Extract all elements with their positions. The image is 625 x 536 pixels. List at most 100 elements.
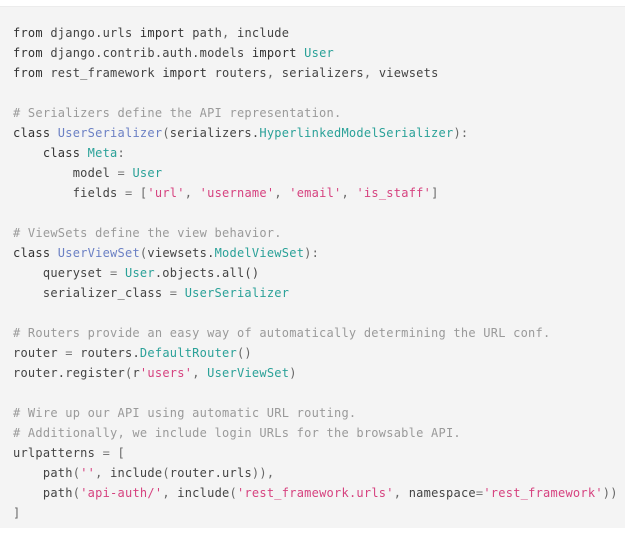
code-token-plain: router.urls	[169, 466, 252, 480]
code-token-punct: )	[289, 366, 297, 380]
code-line: ]	[13, 503, 625, 523]
code-line: class Meta:	[13, 143, 625, 163]
code-token-string: ''	[80, 466, 96, 480]
code-token-plain: serializers.	[169, 126, 260, 140]
code-token-punct: ,	[274, 186, 290, 200]
code-token-punct: ):	[453, 126, 469, 140]
code-token-plain: routers	[214, 66, 267, 80]
code-token-builtin: UserSerializer	[184, 286, 290, 300]
code-token-string: 'users'	[139, 366, 193, 380]
code-token-string: 'rest_framework'	[483, 486, 603, 500]
code-token-builtin: Meta	[87, 146, 118, 160]
code-token-plain: router	[13, 346, 58, 360]
code-line: ​	[13, 83, 625, 103]
code-token-builtin: UserViewSet	[207, 366, 290, 380]
code-token-punct: ,	[363, 66, 379, 80]
code-token-op: =	[110, 166, 133, 180]
code-token-kw: from	[13, 46, 43, 60]
code-token-plain: queryset	[42, 266, 103, 280]
code-token-plain: router.register	[13, 366, 125, 380]
code-line: from rest_framework import routers, seri…	[13, 63, 625, 83]
code-token-op: =	[117, 186, 140, 200]
code-token-plain: viewsets	[378, 66, 439, 80]
code-token-kw: from	[13, 26, 43, 40]
code-line: router.register(r'users', UserViewSet)	[13, 363, 625, 383]
code-token-punct: (	[162, 126, 170, 140]
code-token-punct: :	[117, 146, 125, 160]
code-token-builtin: DefaultRouter	[139, 346, 237, 360]
code-line: fields = ['url', 'username', 'email', 'i…	[13, 183, 625, 203]
code-token-string: 'is_staff'	[356, 186, 432, 200]
code-token-plain: .objects.all()	[154, 266, 260, 280]
code-token-comment: # Routers provide an easy way of automat…	[13, 326, 551, 340]
code-token-plain: r	[132, 366, 140, 380]
code-token-plain: namespace	[408, 486, 476, 500]
code-token-punct: ,	[162, 486, 178, 500]
code-token-comment: # ViewSets define the view behavior.	[13, 226, 282, 240]
code-token-plain: routers.	[80, 346, 140, 360]
code-token-plain: django.urls	[50, 26, 133, 40]
code-token-punct: ]	[431, 186, 439, 200]
code-token-op: =	[57, 346, 81, 360]
code-token-punct: ,	[341, 186, 357, 200]
code-token-plain: include	[177, 486, 230, 500]
code-token-string: 'username'	[199, 186, 275, 200]
code-token-punct: ,	[222, 26, 237, 40]
code-line: ​	[13, 303, 625, 323]
code-token-punct: ,	[393, 486, 409, 500]
code-line: path('api-auth/', include('rest_framewor…	[13, 483, 625, 503]
code-token-plain: path	[42, 486, 73, 500]
code-token-plain: serializers	[281, 66, 364, 80]
code-token-builtin: HyperlinkedModelSerializer	[259, 126, 454, 140]
code-line: queryset = User.objects.all()	[13, 263, 625, 283]
code-line: router = routers.DefaultRouter()	[13, 343, 625, 363]
code-token-class: UserSerializer	[57, 126, 163, 140]
code-line: # ViewSets define the view behavior.	[13, 223, 625, 243]
code-token-plain: rest_framework	[50, 66, 155, 80]
code-token-punct: (	[229, 486, 237, 500]
code-token-string: 'url'	[147, 186, 185, 200]
code-line: # Additionally, we include login URLs fo…	[13, 423, 625, 443]
code-token-kw: class	[42, 146, 81, 160]
code-line: serializer_class = UserSerializer	[13, 283, 625, 303]
code-token-punct: ,	[95, 466, 111, 480]
code-token-string: 'rest_framework.urls'	[236, 486, 394, 500]
code-token-kw: class	[13, 246, 51, 260]
code-line: # Serializers define the API representat…	[13, 103, 625, 123]
code-token-plain: urlpatterns	[13, 446, 96, 460]
code-token-op: =	[95, 446, 118, 460]
code-line: # Routers provide an easy way of automat…	[13, 323, 625, 343]
code-token-plain: django.contrib.auth.models	[50, 46, 245, 60]
code-token-op: =	[102, 266, 125, 280]
code-line: ​	[13, 383, 625, 403]
code-block: from django.urls import path, include fro…	[0, 6, 625, 528]
code-token-plain: path	[42, 466, 73, 480]
code-token-punct: (	[162, 466, 170, 480]
code-listing[interactable]: from django.urls import path, include fro…	[0, 7, 625, 528]
code-token-punct: [	[117, 446, 125, 460]
code-token-punct: ))	[602, 486, 618, 500]
code-token-builtin: User	[124, 266, 155, 280]
code-token-comment: # Serializers define the API representat…	[13, 106, 342, 120]
code-token-plain: fields	[72, 186, 118, 200]
code-token-punct: ,	[192, 366, 208, 380]
code-token-kw: import	[251, 46, 297, 60]
code-line: model = User	[13, 163, 625, 183]
code-token-builtin: ModelViewSet	[214, 246, 305, 260]
code-token-punct: )),	[251, 466, 275, 480]
code-line: path('', include(router.urls)),	[13, 463, 625, 483]
code-token-kw: import	[139, 26, 185, 40]
code-token-plain: include	[236, 26, 290, 40]
code-token-punct: ()	[236, 346, 252, 360]
code-token-builtin: User	[304, 46, 335, 60]
code-line: # Wire up our API using automatic URL ro…	[13, 403, 625, 423]
